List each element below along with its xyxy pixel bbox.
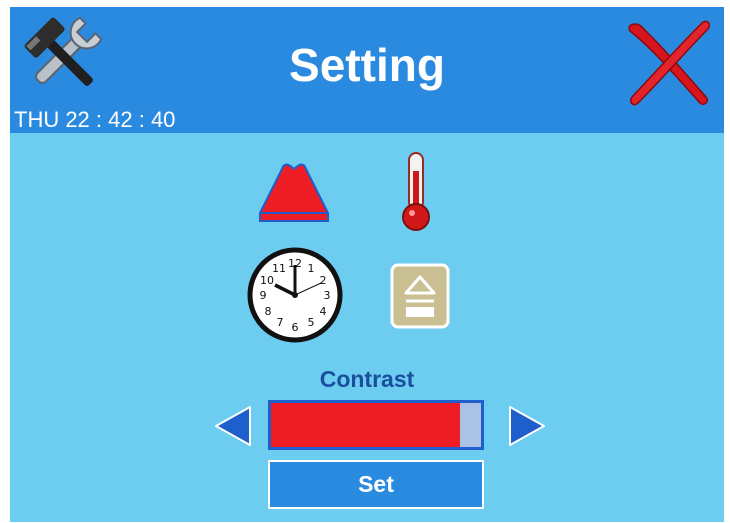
datetime-readout: THU 22 : 42 : 40	[14, 107, 176, 132]
settings-screen: Setting THU 22 : 42 : 40 12 1 2 3 4 5 6 …	[10, 7, 724, 522]
brightness-icon[interactable]	[258, 155, 330, 227]
svg-text:3: 3	[324, 289, 331, 302]
svg-text:1: 1	[308, 262, 315, 275]
arrow-right-icon[interactable]	[506, 403, 548, 449]
arrow-left-icon[interactable]	[212, 403, 254, 449]
svg-text:11: 11	[272, 262, 286, 275]
contrast-fill	[271, 403, 460, 447]
contrast-label: Contrast	[319, 366, 415, 392]
page-title: Setting	[289, 39, 445, 91]
svg-text:4: 4	[320, 305, 327, 318]
close-icon[interactable]	[620, 17, 712, 109]
svg-text:5: 5	[308, 316, 315, 329]
eject-icon[interactable]	[390, 263, 450, 329]
svg-text:8: 8	[265, 305, 272, 318]
svg-text:6: 6	[292, 321, 299, 334]
contrast-slider[interactable]	[268, 400, 484, 450]
clock-icon[interactable]: 12 1 2 3 4 5 6 7 8 9 10 11	[247, 247, 343, 343]
contrast-track	[271, 403, 481, 447]
set-button[interactable]: Set	[268, 460, 484, 509]
thermometer-icon[interactable]	[396, 151, 436, 233]
svg-text:7: 7	[277, 316, 284, 329]
svg-text:10: 10	[260, 274, 274, 287]
svg-text:2: 2	[320, 274, 327, 287]
svg-text:9: 9	[260, 289, 267, 302]
header-bar: Setting THU 22 : 42 : 40	[10, 7, 724, 133]
